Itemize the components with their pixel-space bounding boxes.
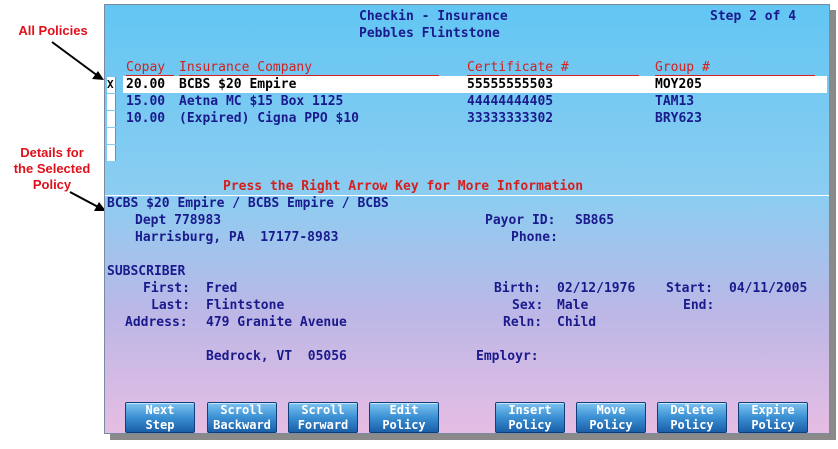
policy-company: BCBS $20 Empire bbox=[179, 77, 297, 92]
insert-policy-button[interactable]: Insert Policy bbox=[495, 402, 565, 433]
policy-detail-line: BCBS $20 Empire / BCBS Empire / BCBS bbox=[107, 196, 389, 211]
selected-mark: X bbox=[107, 78, 114, 91]
policy-group: TAM13 bbox=[655, 94, 695, 109]
column-certificate: Certificate # bbox=[467, 60, 569, 75]
policy-copay: 15.00 bbox=[126, 94, 166, 109]
end-label: End: bbox=[683, 298, 715, 313]
move-policy-button[interactable]: Move Policy bbox=[576, 402, 646, 433]
delete-policy-button[interactable]: Delete Policy bbox=[657, 402, 727, 433]
policy-certificate: 44444444405 bbox=[467, 94, 554, 109]
insurance-screen: Checkin - Insurance Pebbles Flintstone S… bbox=[104, 4, 830, 434]
column-company: Insurance Company bbox=[179, 60, 313, 75]
address-city: Bedrock, VT 05056 bbox=[206, 349, 347, 364]
more-info-hint: Press the Right Arrow Key for More Infor… bbox=[223, 179, 584, 194]
selection-column: X bbox=[107, 77, 116, 163]
edit-policy-button[interactable]: Edit Policy bbox=[369, 402, 439, 433]
scroll-forward-button[interactable]: Scroll Forward bbox=[288, 402, 358, 433]
address-value: 479 Granite Avenue bbox=[206, 315, 347, 330]
policy-certificate: 55555555503 bbox=[467, 77, 554, 92]
address-label: Address: bbox=[125, 315, 188, 330]
screen-title: Checkin - Insurance bbox=[359, 9, 508, 24]
subscriber-heading: SUBSCRIBER bbox=[107, 264, 186, 279]
first-value: Fred bbox=[206, 281, 238, 296]
row-checkbox[interactable] bbox=[107, 94, 116, 110]
policy-company: Aetna MC $15 Box 1125 bbox=[179, 94, 344, 109]
expire-policy-button[interactable]: Expire Policy bbox=[738, 402, 808, 433]
payor-id-label: Payor ID: bbox=[485, 213, 556, 228]
column-group: Group # bbox=[655, 60, 710, 75]
birth-value: 02/12/1976 bbox=[557, 281, 636, 296]
reln-value: Child bbox=[557, 315, 597, 330]
birth-label: Birth: bbox=[494, 281, 541, 296]
row-checkbox[interactable]: X bbox=[107, 77, 116, 93]
start-value: 04/11/2005 bbox=[729, 281, 808, 296]
column-copay: Copay bbox=[126, 60, 166, 75]
last-value: Flintstone bbox=[206, 298, 285, 313]
step-indicator: Step 2 of 4 bbox=[710, 9, 797, 24]
policy-certificate: 33333333302 bbox=[467, 111, 554, 126]
row-checkbox[interactable] bbox=[107, 111, 116, 127]
scroll-backward-button[interactable]: Scroll Backward bbox=[207, 402, 277, 433]
policy-company: (Expired) Cigna PPO $10 bbox=[179, 111, 360, 126]
first-label: First: bbox=[143, 281, 190, 296]
policy-group: MOY205 bbox=[655, 77, 702, 92]
row-checkbox[interactable] bbox=[107, 145, 116, 161]
policy-dept: Dept 778983 bbox=[135, 213, 222, 228]
employer-label: Employr: bbox=[476, 349, 539, 364]
policy-city: Harrisburg, PA 17177-8983 bbox=[135, 230, 339, 245]
next-step-button[interactable]: Next Step bbox=[125, 402, 195, 433]
reln-label: Reln: bbox=[503, 315, 543, 330]
callout-details: Details for the Selected Policy bbox=[13, 145, 91, 192]
policy-copay: 20.00 bbox=[126, 77, 166, 92]
last-label: Last: bbox=[151, 298, 191, 313]
phone-label: Phone: bbox=[511, 230, 558, 245]
sex-value: Male bbox=[557, 298, 589, 313]
start-label: Start: bbox=[666, 281, 713, 296]
row-checkbox[interactable] bbox=[107, 128, 116, 144]
policy-copay: 10.00 bbox=[126, 111, 166, 126]
policy-group: BRY623 bbox=[655, 111, 702, 126]
sex-label: Sex: bbox=[512, 298, 544, 313]
payor-id-value: SB865 bbox=[575, 213, 615, 228]
patient-name: Pebbles Flintstone bbox=[359, 26, 500, 41]
